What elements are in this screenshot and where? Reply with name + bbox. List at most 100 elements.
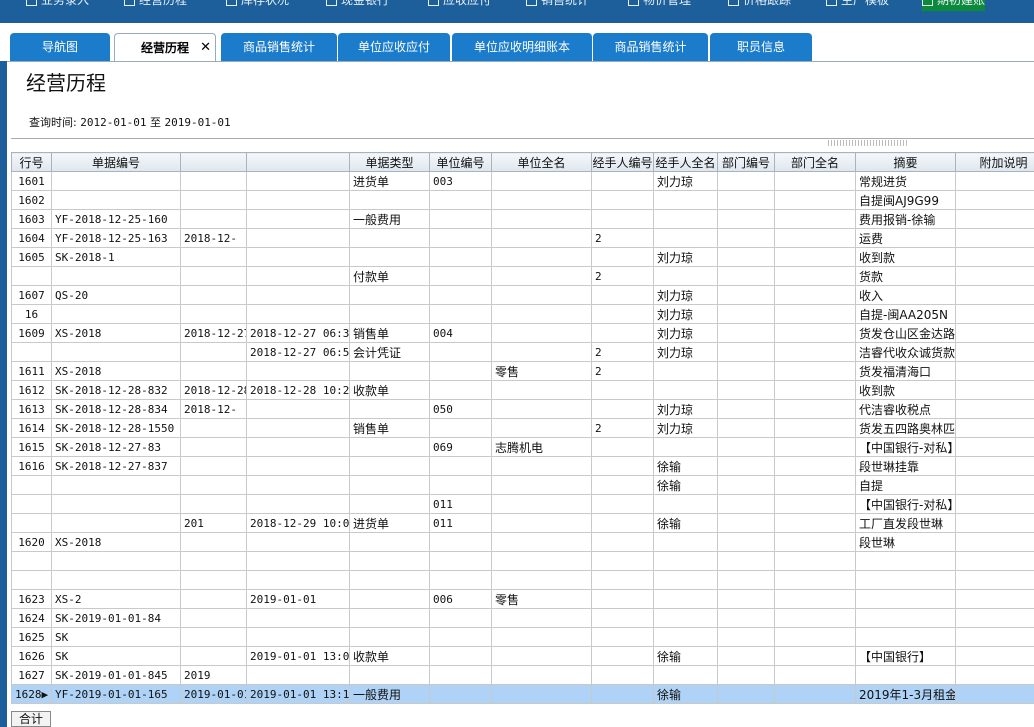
grid-cell: 011 bbox=[429, 513, 492, 533]
table-row[interactable]: 1623 XS-2 2019-01-01 006 零售 bbox=[11, 589, 1034, 609]
menu-item-5[interactable]: 销售统计 bbox=[526, 0, 589, 11]
grid-cell bbox=[955, 475, 1034, 495]
grid-cell: 徐输 bbox=[653, 456, 718, 476]
menu-item-4[interactable]: 应收应付 bbox=[428, 0, 491, 11]
table-row[interactable]: 201 2018-12-29 10:02 进货单 011 徐输 工厂直发段世琳 bbox=[11, 513, 1034, 533]
grid-cell bbox=[774, 361, 856, 381]
column-header-8[interactable]: 经手人全名 bbox=[653, 152, 718, 172]
close-icon[interactable]: ✕ bbox=[200, 34, 211, 62]
tab-3[interactable]: 单位应收应付 bbox=[338, 33, 450, 61]
grid-cell bbox=[717, 190, 775, 210]
menu-item-8[interactable]: 生产模板 bbox=[826, 0, 889, 11]
menu-item-0[interactable]: 业务录入 bbox=[26, 0, 89, 11]
table-row[interactable]: 1627 SK-2019-01-01-845 2019 bbox=[11, 665, 1034, 685]
tab-2[interactable]: 商品销售统计 bbox=[221, 33, 337, 61]
column-header-3[interactable] bbox=[246, 152, 350, 172]
tab-0[interactable]: 导航图 bbox=[10, 33, 110, 61]
column-header-6[interactable]: 单位全名 bbox=[491, 152, 592, 172]
grid-cell: 004 bbox=[429, 323, 492, 343]
grid-cell: 货款 bbox=[855, 266, 956, 286]
tab-1[interactable]: 经营历程 ✕ bbox=[114, 33, 216, 61]
grid-cell bbox=[717, 323, 775, 343]
grid-cell: 洁睿代收众诚货款 bbox=[855, 342, 956, 362]
table-row[interactable]: 1604 YF-2018-12-25-163 2018-12- 2 运费 bbox=[11, 228, 1034, 248]
grid-cell bbox=[180, 627, 247, 647]
grid-cell bbox=[717, 418, 775, 438]
grid-cell bbox=[717, 247, 775, 267]
table-row[interactable]: 1624 SK-2019-01-01-84 bbox=[11, 608, 1034, 628]
menu-item-2[interactable]: 库存状况 bbox=[226, 0, 289, 11]
grid-cell: 代洁睿收税点 bbox=[855, 399, 956, 419]
table-row[interactable]: 1607 QS-20 刘力琼 收入 bbox=[11, 285, 1034, 305]
table-row[interactable]: 1626 SK 2019-01-01 13:09 收款单 徐输 【中国银行】 bbox=[11, 646, 1034, 666]
table-row[interactable]: 1612 SK-2018-12-28-832 2018-12-28 2018-12-2… bbox=[11, 380, 1034, 400]
table-row[interactable]: 1602 自提闽AJ9G99 bbox=[11, 190, 1034, 210]
grid-cell: 2019-01-01 13:09 bbox=[246, 646, 350, 666]
grid-cell bbox=[180, 456, 247, 476]
grid-cell bbox=[180, 342, 247, 362]
grid-cell bbox=[717, 627, 775, 647]
grid-cell bbox=[51, 190, 181, 210]
column-header-7[interactable]: 经手人编号 bbox=[591, 152, 654, 172]
column-header-10[interactable]: 部门全名 bbox=[774, 152, 856, 172]
table-row[interactable]: 1603 YF-2018-12-25-160 一般费用 费用报销-徐输 bbox=[11, 209, 1034, 229]
table-row[interactable]: 1613 SK-2018-12-28-834 2018-12- 050 刘力琼 代洁睿收税… bbox=[11, 399, 1034, 419]
grid-cell: SK-2018-12-28-832 bbox=[51, 380, 181, 400]
tab-6[interactable]: 职员信息 bbox=[710, 33, 812, 61]
table-row[interactable]: 1609 XS-2018 2018-12-27 2018-12-27 06:33 销售单… bbox=[11, 323, 1034, 343]
column-header-1[interactable]: 单据编号 bbox=[51, 152, 181, 172]
grid-cell bbox=[955, 209, 1034, 229]
table-row[interactable]: 011 【中国银行-对私】 bbox=[11, 494, 1034, 514]
grid-cell: 付款单 bbox=[349, 266, 430, 286]
sum-button[interactable]: 合计 bbox=[11, 711, 51, 727]
grid-cell bbox=[955, 171, 1034, 191]
grid-cell bbox=[591, 646, 654, 666]
grid-cell: 2 bbox=[591, 342, 654, 362]
tab-4[interactable]: 单位应收明细账本 bbox=[452, 33, 592, 61]
table-row[interactable]: 1614 SK-2018-12-28-1550 销售单 2 刘力琼 货发五四路奥林匹 bbox=[11, 418, 1034, 438]
table-row[interactable]: 1620 XS-2018 段世琳 bbox=[11, 532, 1034, 552]
table-row[interactable]: 徐输 自提 bbox=[11, 475, 1034, 495]
grid-cell bbox=[717, 570, 775, 590]
grid-header-row: 行号 单据编号 单据类型 单位编号 单位全名 经手人编号 经手人全名 部门编号 部门全名 摘要 附加… bbox=[11, 152, 1034, 172]
table-row[interactable]: 1628▶ YF-2019-01-01-165 2019-01-01 2019-01-… bbox=[11, 684, 1034, 704]
table-row[interactable]: 1611 XS-2018 零售 2 货发福清海口 bbox=[11, 361, 1034, 381]
table-row[interactable] bbox=[11, 551, 1034, 571]
column-header-9[interactable]: 部门编号 bbox=[717, 152, 775, 172]
table-row[interactable]: 1615 SK-2018-12-27-83 069 志腾机电 【中国银行-对私】 bbox=[11, 437, 1034, 457]
menu-item-label: 价格跟踪 bbox=[743, 0, 792, 7]
table-row[interactable]: 付款单 2 货款 bbox=[11, 266, 1034, 286]
history-grid: 行号 单据编号 单据类型 单位编号 单位全名 经手人编号 经手人全名 部门编号 部门全名 摘要 附加… bbox=[11, 152, 1034, 727]
row-number-cell: 1609 bbox=[11, 323, 52, 343]
table-row[interactable]: 1625 SK bbox=[11, 627, 1034, 647]
grid-cell: XS-2 bbox=[51, 589, 181, 609]
table-row[interactable]: 2018-12-27 06:55 会计凭证 2 刘力琼 洁睿代收众诚货款 bbox=[11, 342, 1034, 362]
menu-item-7[interactable]: 价格跟踪 bbox=[728, 0, 791, 11]
grid-cell bbox=[955, 532, 1034, 552]
column-header-12[interactable]: 附加说明 bbox=[955, 152, 1034, 172]
column-header-11[interactable]: 摘要 bbox=[855, 152, 956, 172]
table-row[interactable]: 16 刘力琼 自提-闽AA205N bbox=[11, 304, 1034, 324]
column-header-4[interactable]: 单据类型 bbox=[349, 152, 430, 172]
tab-5[interactable]: 商品销售统计 bbox=[593, 33, 708, 61]
grid-cell bbox=[180, 589, 247, 609]
splitter-handle[interactable] bbox=[828, 140, 908, 146]
column-header-5[interactable]: 单位编号 bbox=[429, 152, 492, 172]
menu-item-6[interactable]: 物价管理 bbox=[628, 0, 691, 11]
grid-cell bbox=[349, 627, 430, 647]
table-row[interactable] bbox=[11, 570, 1034, 590]
grid-cell: 2018-12-27 06:33 bbox=[246, 323, 350, 343]
menu-item-9[interactable]: 期初建账 bbox=[922, 0, 986, 11]
table-row[interactable]: 1605 SK-2018-1 刘力琼 收到款 bbox=[11, 247, 1034, 267]
column-header-0[interactable]: 行号 bbox=[11, 152, 52, 172]
table-row[interactable]: 1601 进货单 003 刘力琼 常规进货 bbox=[11, 171, 1034, 191]
column-header-2[interactable] bbox=[180, 152, 247, 172]
grid-cell bbox=[246, 570, 350, 590]
grid-cell bbox=[491, 266, 592, 286]
menu-item-3[interactable]: 现金银行 bbox=[326, 0, 389, 11]
grid-cell bbox=[246, 475, 350, 495]
menu-item-1[interactable]: 经营历程 bbox=[124, 0, 187, 11]
grid-cell bbox=[429, 570, 492, 590]
table-row[interactable]: 1616 SK-2018-12-27-837 徐输 段世琳挂靠 bbox=[11, 456, 1034, 476]
grid-cell bbox=[774, 190, 856, 210]
